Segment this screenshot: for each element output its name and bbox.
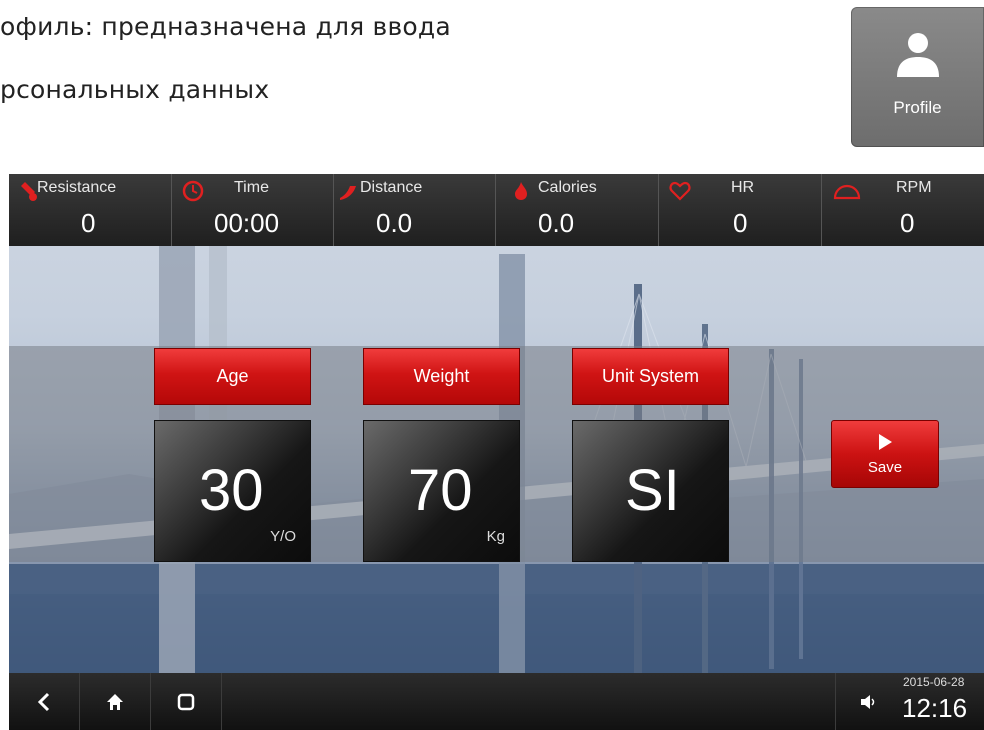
speaker-icon <box>860 694 874 709</box>
stat-calories-label: Calories <box>538 179 597 196</box>
stat-hr: HR 0 <box>659 174 822 246</box>
heart-icon <box>669 181 691 201</box>
stat-time-value: 00:00 <box>214 208 280 238</box>
stat-resistance-value: 0 <box>81 208 96 238</box>
device-screen: Resistance 0 Time 00:00 Distance 0.0 Cal… <box>9 174 984 730</box>
unit-system-button[interactable]: Unit System <box>572 348 729 405</box>
weight-value-display[interactable]: 70 Kg <box>363 420 520 562</box>
weight-button[interactable]: Weight <box>363 348 520 405</box>
age-button[interactable]: Age <box>154 348 311 405</box>
stat-rpm: RPM 0 <box>822 174 984 246</box>
stats-bar: Resistance 0 Time 00:00 Distance 0.0 Cal… <box>9 174 984 246</box>
play-icon <box>879 434 892 450</box>
clock-icon <box>182 180 204 202</box>
age-value: 30 <box>199 458 264 523</box>
stat-distance-value: 0.0 <box>376 208 413 238</box>
stat-time: Time 00:00 <box>172 174 334 246</box>
distance-icon <box>340 186 356 200</box>
caption-line-1: офиль: предназначена для ввода <box>0 12 451 41</box>
weight-value: 70 <box>408 458 473 523</box>
rpm-gauge-icon <box>833 184 861 200</box>
caption-line-2: рсональных данных <box>0 75 270 104</box>
resistance-icon <box>21 182 37 201</box>
save-button[interactable]: Save <box>831 420 939 488</box>
stat-rpm-label: RPM <box>896 179 932 196</box>
stat-hr-label: HR <box>731 179 755 196</box>
recent-apps-button[interactable] <box>151 673 222 730</box>
stat-time-label: Time <box>234 179 269 196</box>
stat-rpm-value: 0 <box>900 208 915 238</box>
stat-calories: Calories 0.0 <box>496 174 659 246</box>
age-value-display[interactable]: 30 Y/O <box>154 420 311 562</box>
volume-button[interactable] <box>835 673 899 730</box>
stat-calories-value: 0.0 <box>538 208 575 238</box>
stat-resistance: Resistance 0 <box>9 174 172 246</box>
unit-system-value-display[interactable]: SI <box>572 420 729 562</box>
home-button[interactable] <box>80 673 151 730</box>
user-icon <box>896 33 939 77</box>
age-unit: Y/O <box>270 528 296 545</box>
system-nav-bar: 2015-06-28 12:16 <box>9 673 984 730</box>
recent-apps-icon <box>177 693 195 710</box>
back-button[interactable] <box>9 673 80 730</box>
flame-icon <box>515 182 527 200</box>
profile-tile-label: Profile <box>893 98 942 117</box>
status-clock: 12:16 <box>902 693 968 723</box>
profile-tile[interactable]: Profile <box>851 7 984 147</box>
document-caption: офиль: предназначена для ввода рсональны… <box>0 0 840 160</box>
save-button-label: Save <box>867 459 903 476</box>
stat-distance-label: Distance <box>360 179 423 196</box>
back-icon <box>37 692 50 711</box>
home-icon <box>107 693 123 710</box>
status-date: 2015-06-28 <box>903 675 965 689</box>
stat-resistance-label: Resistance <box>37 179 117 196</box>
stat-distance: Distance 0.0 <box>334 174 496 246</box>
weight-unit: Kg <box>486 528 505 545</box>
stat-hr-value: 0 <box>733 208 748 238</box>
unit-system-value: SI <box>625 458 680 523</box>
